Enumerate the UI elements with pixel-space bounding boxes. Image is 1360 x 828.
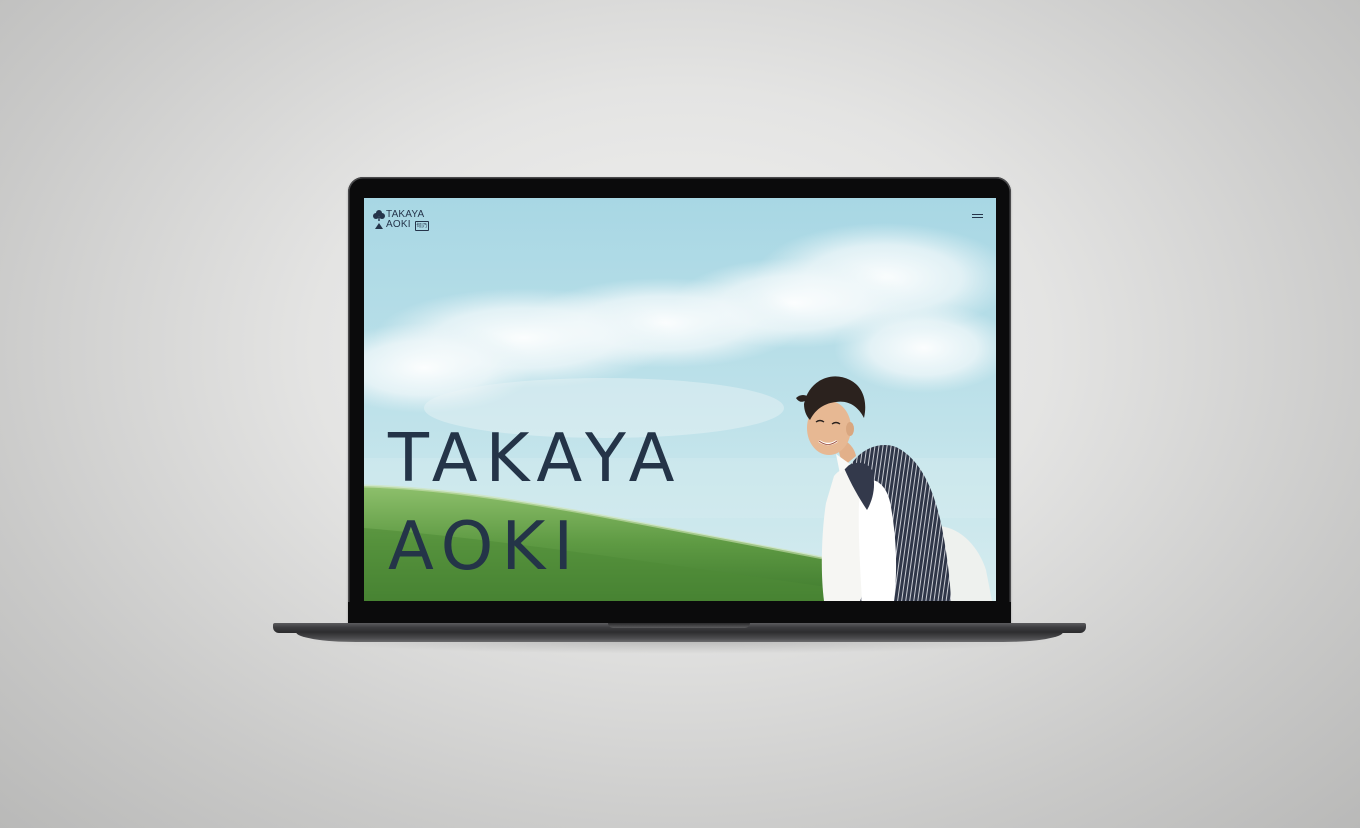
menu-line-top bbox=[972, 214, 983, 216]
laptop-hinge-notch bbox=[608, 623, 750, 628]
hero-title-line1: TAKAYA bbox=[388, 419, 683, 497]
logo-badge: 旬|乃 bbox=[415, 221, 429, 231]
menu-line-bottom bbox=[972, 217, 983, 219]
hero-title: TAKAYA AOKI bbox=[388, 414, 683, 590]
laptop-base-front bbox=[296, 632, 1063, 642]
hamburger-menu-icon[interactable] bbox=[970, 210, 986, 222]
laptop-bezel-bottom bbox=[348, 602, 1011, 624]
laptop-screen: TAKAYA AOKI 旬|乃 TAKAYA AOKI bbox=[364, 198, 996, 601]
laptop-shadow bbox=[300, 640, 1060, 654]
laptop-mockup: TAKAYA AOKI 旬|乃 TAKAYA AOKI bbox=[0, 0, 1360, 828]
tree-logo-icon bbox=[373, 210, 385, 229]
logo-text-line2: AOKI bbox=[386, 219, 411, 230]
site-logo[interactable]: TAKAYA AOKI 旬|乃 bbox=[372, 208, 442, 232]
hero-title-line2: AOKI bbox=[388, 507, 582, 585]
